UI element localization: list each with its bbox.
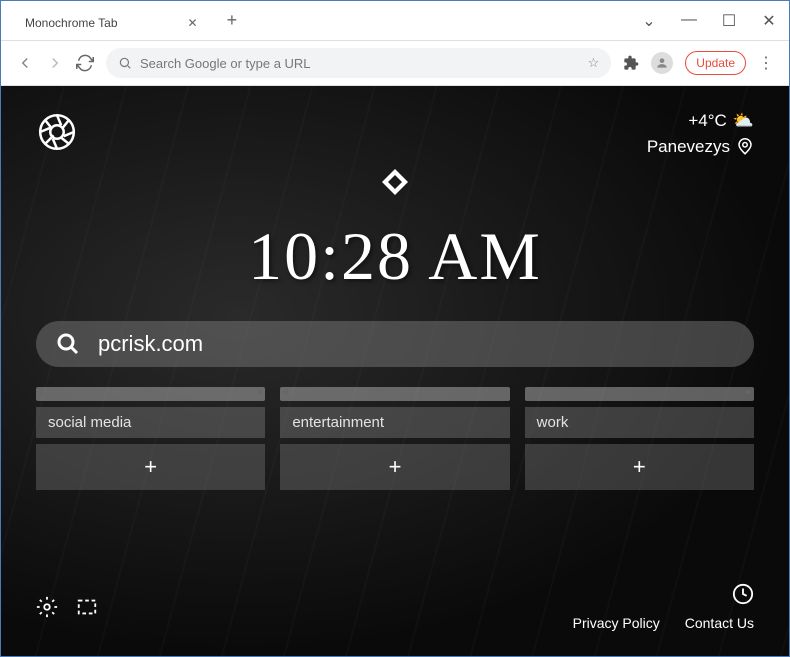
- card-scrollbar[interactable]: [280, 387, 509, 401]
- card-scrollbar[interactable]: [525, 387, 754, 401]
- search-bar[interactable]: [36, 321, 754, 367]
- browser-tab[interactable]: Monochrome Tab ✕: [11, 10, 212, 36]
- category-label[interactable]: work: [525, 407, 754, 438]
- browser-toolbar: Search Google or type a URL ☆ Update ⋮: [1, 41, 789, 86]
- search-input[interactable]: [98, 331, 734, 357]
- extensions-icon[interactable]: [623, 55, 639, 71]
- omnibox-placeholder: Search Google or type a URL: [140, 56, 311, 71]
- maximize-button[interactable]: ☐: [719, 11, 739, 31]
- close-tab-icon[interactable]: ✕: [188, 16, 198, 30]
- page-footer: Privacy Policy Contact Us: [36, 568, 754, 631]
- diamond-icon: [380, 167, 410, 197]
- weather-icon: ⛅: [733, 111, 754, 131]
- temperature: +4°C: [688, 111, 726, 131]
- close-window-button[interactable]: ✕: [759, 11, 779, 31]
- history-button[interactable]: [732, 583, 754, 605]
- category-cards: social media + entertainment + work +: [36, 387, 754, 490]
- card-scrollbar[interactable]: [36, 387, 265, 401]
- category-card: entertainment +: [280, 387, 509, 490]
- omnibox[interactable]: Search Google or type a URL ☆: [106, 48, 611, 78]
- search-icon: [118, 56, 132, 70]
- add-shortcut-button[interactable]: +: [525, 444, 754, 490]
- location-name: Panevezys: [647, 137, 730, 157]
- weather-widget[interactable]: +4°C ⛅ Panevezys: [647, 111, 754, 157]
- contact-link[interactable]: Contact Us: [685, 615, 754, 631]
- category-label[interactable]: entertainment: [280, 407, 509, 438]
- titlebar: Monochrome Tab ✕ + ⌄ — ☐ ✕: [1, 1, 789, 41]
- settings-button[interactable]: [36, 596, 58, 618]
- add-shortcut-button[interactable]: +: [280, 444, 509, 490]
- reload-button[interactable]: [76, 54, 94, 72]
- minimize-button[interactable]: —: [679, 11, 699, 31]
- location-pin-icon: [736, 138, 754, 156]
- privacy-link[interactable]: Privacy Policy: [573, 615, 660, 631]
- update-button[interactable]: Update: [685, 51, 746, 75]
- category-card: work +: [525, 387, 754, 490]
- clock-display: 10:28 AM: [36, 217, 754, 296]
- category-label[interactable]: social media: [36, 407, 265, 438]
- page-content: +4°C ⛅ Panevezys 10:28 AM: [1, 86, 789, 656]
- back-button[interactable]: [16, 54, 34, 72]
- window-controls: ⌄ — ☐ ✕: [639, 11, 779, 31]
- search-icon: [56, 332, 80, 356]
- forward-button[interactable]: [46, 54, 64, 72]
- add-shortcut-button[interactable]: +: [36, 444, 265, 490]
- bookmark-star-icon[interactable]: ☆: [588, 55, 600, 71]
- category-card: social media +: [36, 387, 265, 490]
- menu-button[interactable]: ⋮: [758, 53, 774, 73]
- chevron-down-icon[interactable]: ⌄: [639, 11, 659, 31]
- new-tab-button[interactable]: +: [227, 10, 238, 31]
- fullscreen-button[interactable]: [76, 596, 98, 618]
- profile-avatar[interactable]: [651, 52, 673, 74]
- tab-title: Monochrome Tab: [25, 16, 118, 30]
- app-logo-icon[interactable]: [36, 111, 78, 153]
